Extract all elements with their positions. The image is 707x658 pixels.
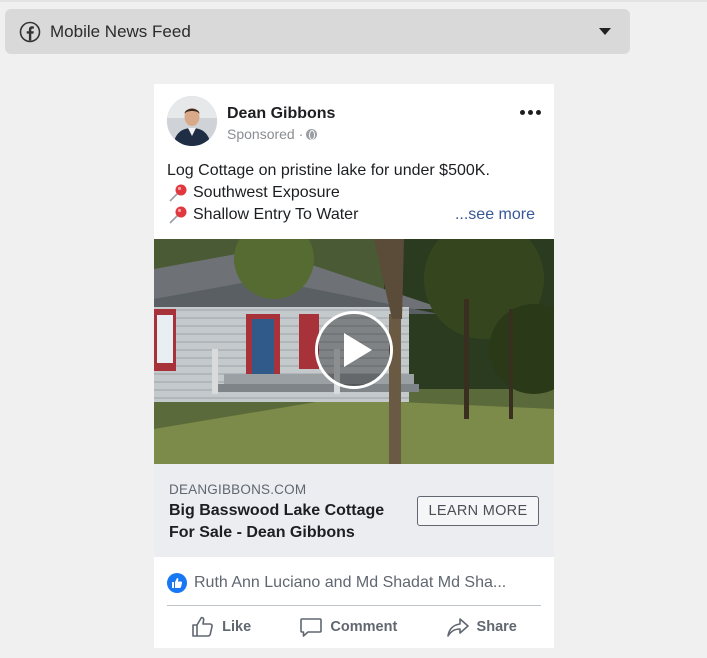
link-domain: DEANGIBBONS.COM	[169, 482, 307, 497]
reaction-names: Ruth Ann Luciano and Md Shadat Md Sha...	[194, 574, 507, 591]
video-player[interactable]	[154, 239, 554, 464]
dot	[536, 110, 541, 115]
reactions-summary[interactable]: Ruth Ann Luciano and Md Shadat Md Sha...	[167, 573, 534, 593]
post-text-line-1: Log Cottage on pristine lake for under $…	[167, 162, 490, 179]
link-preview[interactable]: DEANGIBBONS.COM Big Basswood Lake Cottag…	[154, 464, 554, 557]
see-more-link[interactable]: ...see more	[448, 206, 535, 224]
pushpin-icon	[167, 205, 189, 225]
post-text-line-2: Southwest Exposure	[193, 184, 340, 201]
more-options-button[interactable]	[520, 110, 541, 115]
ad-preview-card: Dean Gibbons Sponsored · Log Cottage on …	[154, 84, 554, 648]
dot	[528, 110, 533, 115]
action-bar: Like Comment Share	[167, 614, 541, 640]
comment-label: Comment	[330, 619, 398, 635]
share-label: Share	[476, 619, 517, 635]
placement-dropdown[interactable]: Mobile News Feed	[5, 9, 630, 54]
dot	[520, 110, 525, 115]
comment-button[interactable]: Comment	[299, 614, 397, 640]
like-label: Like	[222, 619, 252, 635]
sponsored-label: Sponsored ·	[227, 126, 304, 142]
post-meta: Sponsored ·	[227, 126, 318, 142]
post-text-line: Southwest Exposure	[167, 182, 542, 204]
globe-icon	[306, 128, 318, 140]
divider	[167, 605, 541, 606]
like-reaction-icon	[167, 573, 187, 593]
facebook-icon	[19, 21, 41, 43]
avatar[interactable]	[167, 96, 217, 146]
post-header: Dean Gibbons Sponsored ·	[154, 84, 554, 154]
learn-more-button[interactable]: LEARN MORE	[417, 496, 539, 526]
post-text-line-3: Shallow Entry To Water	[193, 206, 359, 223]
top-rule	[0, 0, 707, 2]
author-name[interactable]: Dean Gibbons	[227, 105, 335, 123]
play-icon[interactable]	[315, 311, 393, 389]
dropdown-label: Mobile News Feed	[50, 21, 191, 41]
comment-icon	[300, 618, 323, 637]
link-title: Big Basswood Lake Cottage For Sale - Dea…	[169, 502, 385, 541]
post-text-line: Log Cottage on pristine lake for under $…	[167, 160, 542, 182]
pushpin-icon	[167, 183, 189, 203]
share-button[interactable]: Share	[446, 614, 517, 640]
thumbs-up-icon	[192, 616, 213, 637]
share-icon	[446, 618, 469, 637]
like-button[interactable]: Like	[191, 614, 251, 640]
chevron-down-icon	[599, 28, 611, 35]
